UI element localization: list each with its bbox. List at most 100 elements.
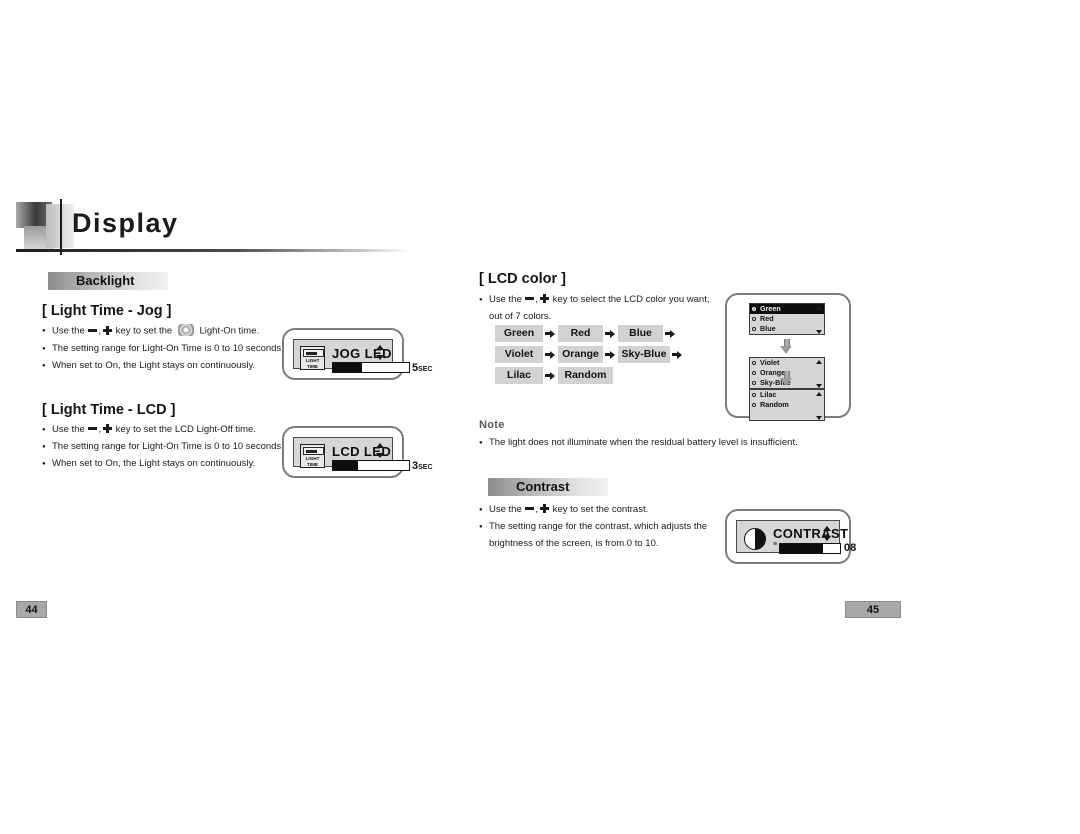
list-item[interactable]: Random — [750, 400, 824, 410]
lcd-color-flow-chart: Green Red Blue Violet Orange Sky-Blue Li… — [495, 325, 682, 388]
flow-row-2: Violet Orange Sky-Blue — [495, 346, 682, 363]
list-item[interactable]: Blue — [750, 324, 824, 334]
bullet-item: The light does not illuminate when the r… — [479, 436, 798, 451]
lcd-led-progress-bar — [332, 460, 410, 471]
bullet-continuation: out of 7 colors. — [489, 311, 552, 322]
device-screenshot-lcd-color: Green Red Blue Violet Orange Sky-Blue Li… — [725, 293, 851, 421]
bullet-item: The setting range for the contrast, whic… — [479, 520, 709, 535]
arrow-down-icon — [376, 453, 384, 458]
list-scrollbar[interactable] — [815, 305, 823, 335]
flow-arrow-icon — [545, 350, 556, 359]
arrow-up-icon — [376, 345, 384, 350]
flow-arrow-icon — [545, 329, 556, 338]
bullets-contrast: Use the , key to set the contrast. The s… — [479, 503, 709, 550]
list-scrollbar[interactable] — [815, 359, 823, 389]
jog-led-progress-fill — [333, 363, 362, 372]
lcd-led-value: 3SEC — [412, 460, 433, 472]
light-time-icon-lamp — [303, 349, 324, 357]
page-number-left: 44 — [16, 601, 47, 618]
list-item[interactable]: Green — [750, 304, 824, 314]
bullet-text-mid: key to set the — [113, 325, 175, 337]
light-time-icon-label: LIGHT TIME — [305, 358, 320, 369]
bullets-light-time-lcd: Use the , key to set the LCD Light-Off t… — [42, 423, 284, 474]
bullet-item: When set to On, the Light stays on conti… — [42, 359, 282, 374]
subheading-light-time-lcd: [ Light Time - LCD ] — [42, 402, 176, 418]
bullet-text-mid: key to set the contrast. — [550, 504, 649, 515]
device-title-contrast: CONTRAST — [773, 526, 849, 541]
lcd-led-progress-fill — [333, 461, 359, 470]
up-down-arrows-icon — [376, 345, 385, 360]
list-item[interactable]: Violet — [750, 358, 824, 368]
device-screenshot-jog-led: LIGHT TIME JOG LED 5SEC — [282, 328, 433, 380]
bullet-item: The setting range for Light-On Time is 0… — [42, 342, 284, 357]
device-screen: CONTRAST ≡ 08 — [736, 520, 856, 554]
chapter-title-block: Display — [16, 199, 416, 255]
bullet-text-pre: Use the — [489, 294, 525, 305]
color-chip-violet: Violet — [495, 346, 543, 363]
list-item[interactable]: Red — [750, 314, 824, 324]
minus-key-icon — [525, 506, 535, 510]
radio-icon — [752, 393, 756, 397]
light-time-icon: LIGHT TIME — [300, 346, 325, 370]
up-down-arrows-icon — [823, 526, 832, 541]
subheading-lcd-color: [ LCD color ] — [479, 271, 566, 287]
list-item[interactable]: Lilac — [750, 390, 824, 400]
flow-arrow-icon — [672, 350, 683, 359]
minus-key-icon — [525, 296, 535, 300]
scroll-up-icon[interactable] — [816, 392, 822, 396]
color-chip-sky-blue: Sky-Blue — [618, 346, 670, 363]
bullet-text-mid: key to select the LCD color you want, — [550, 294, 710, 305]
jog-led-value: 5SEC — [412, 362, 433, 374]
color-list-box-1: Green Red Blue — [749, 303, 825, 335]
bullet-continuation: brightness of the screen, is from 0 to 1… — [489, 538, 659, 549]
arrow-up-icon — [376, 443, 384, 448]
flow-arrow-icon — [665, 329, 676, 338]
section-header-contrast: Contrast — [488, 478, 608, 496]
light-time-icon: LIGHT TIME — [300, 444, 325, 468]
scroll-down-icon[interactable] — [816, 416, 822, 420]
bullet-item: Use the , key to set the Light-On time. — [42, 324, 282, 339]
bullets-light-time-jog: Use the , key to set the Light-On time. … — [42, 324, 284, 376]
title-horizontal-rule — [16, 249, 410, 252]
contrast-value: 08 — [844, 542, 857, 554]
scroll-down-icon[interactable] — [816, 384, 822, 388]
up-down-arrows-icon — [376, 443, 385, 458]
color-chip-random: Random — [558, 367, 613, 384]
radio-icon — [752, 361, 756, 365]
scroll-up-icon[interactable] — [816, 360, 822, 364]
bullet-item: Use the , key to set the contrast. — [479, 503, 709, 518]
contrast-scale-marks: ≡ — [773, 541, 778, 548]
bullets-lcd-color: Use the , key to select the LCD color yo… — [479, 293, 710, 323]
scroll-down-icon[interactable] — [816, 330, 822, 334]
list-scrollbar[interactable] — [815, 391, 823, 421]
note-heading: Note — [479, 419, 505, 431]
flow-arrow-icon — [605, 329, 616, 338]
light-time-icon-label: LIGHT TIME — [305, 456, 320, 467]
device-screenshot-contrast: CONTRAST ≡ 08 — [725, 509, 856, 564]
title-vertical-rule — [60, 199, 62, 255]
jog-led-progress-bar — [332, 362, 410, 373]
radio-icon — [752, 317, 756, 321]
bullet-item: Use the , key to select the LCD color yo… — [479, 293, 710, 308]
bullet-item: When set to On, the Light stays on conti… — [42, 457, 282, 472]
flow-down-arrow-icon-1 — [780, 339, 793, 354]
section-header-backlight: Backlight — [48, 272, 168, 290]
plus-key-icon — [540, 294, 550, 304]
color-chip-lilac: Lilac — [495, 367, 543, 384]
scroll-up-icon[interactable] — [816, 306, 822, 310]
minus-key-icon — [88, 426, 98, 430]
flow-arrow-icon — [605, 350, 616, 359]
arrow-down-icon — [376, 355, 384, 360]
page-number-right: 45 — [845, 601, 901, 618]
radio-icon — [752, 403, 756, 407]
contrast-progress-fill — [780, 544, 824, 553]
section-header-backlight-label: Backlight — [76, 273, 135, 288]
device-screenshot-lcd-led: LIGHT TIME LCD LED 3SEC — [282, 426, 433, 478]
radio-icon — [752, 371, 756, 375]
section-header-contrast-label: Contrast — [516, 479, 570, 494]
radio-icon — [752, 381, 756, 385]
minus-key-icon — [88, 328, 98, 332]
radio-icon — [752, 307, 756, 311]
color-chip-orange: Orange — [558, 346, 603, 363]
color-list-box-3: Lilac Random — [749, 389, 825, 421]
